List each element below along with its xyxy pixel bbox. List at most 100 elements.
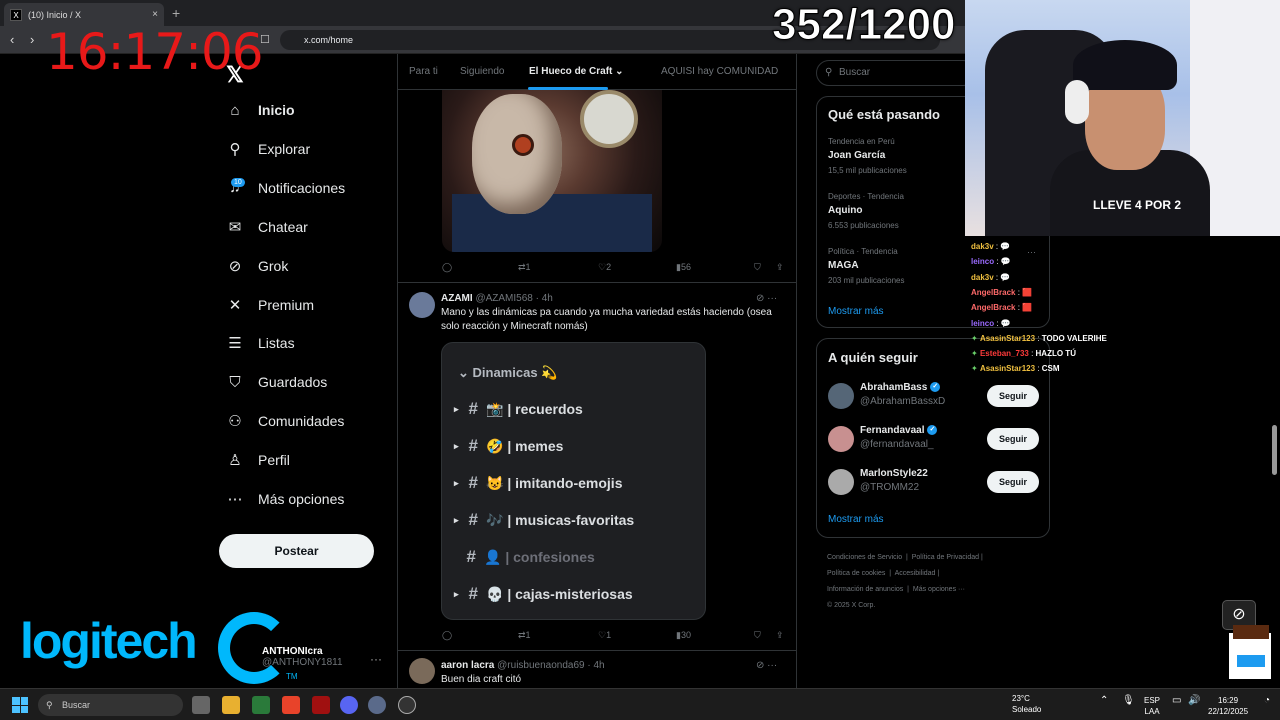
discord-category-label: Dinamicas 💫 xyxy=(472,365,558,380)
brave-browser-icon[interactable] xyxy=(282,696,300,714)
sidebar-item-4[interactable]: ⊘ Grok xyxy=(226,257,289,275)
repost-icon[interactable]: ⇄ 1 xyxy=(518,262,531,273)
footer-link[interactable]: Política de cookies xyxy=(827,570,885,577)
scrollbar[interactable] xyxy=(1272,425,1277,475)
tab-aquisi-comunidad[interactable]: AQUISI hay COMUNIDAD xyxy=(661,66,778,77)
network-icon[interactable]: ▭ xyxy=(1172,695,1181,706)
post-button[interactable]: Postear xyxy=(219,534,374,568)
author-name: AZAMI xyxy=(441,293,473,304)
footer-link[interactable]: Información de anuncios xyxy=(827,586,903,593)
account-switcher[interactable]: ANTHONIcra @ANTHONY1811 xyxy=(262,646,343,668)
bookmark-icon[interactable]: ⛉ xyxy=(754,630,761,641)
footer-link[interactable]: Más opciones ··· xyxy=(913,586,965,593)
discord-channel[interactable]: ▸ # 😺 | imitando-emojis xyxy=(454,473,622,493)
channel-name: | cajas-misteriosas xyxy=(507,586,633,602)
post-image-rabbit[interactable] xyxy=(442,84,662,252)
like-icon[interactable]: ♡ 1 xyxy=(598,630,611,641)
discord-channel[interactable]: # 👤 | confesiones xyxy=(454,547,595,567)
tab-para-ti[interactable]: Para ti xyxy=(409,66,438,77)
footer-link[interactable]: Condiciones de Servicio xyxy=(827,554,902,561)
tray-chevron-icon[interactable]: ⌃ xyxy=(1100,695,1108,706)
chat-message: ✦ Esteban_733 : HAZLO TÚ xyxy=(971,349,1076,358)
avatar[interactable] xyxy=(828,383,854,409)
account-more-icon[interactable]: ··· xyxy=(370,652,382,666)
author-name: aaron lacra xyxy=(441,660,495,671)
weather-widget[interactable]: 23°C Soleado xyxy=(1012,693,1041,715)
settings-icon[interactable] xyxy=(368,696,386,714)
post-more-icon[interactable]: ⊘ ··· xyxy=(756,660,777,671)
mic-icon[interactable]: 🎙 xyxy=(1122,695,1135,706)
follow-button[interactable]: Seguir xyxy=(987,471,1039,493)
footer-link[interactable]: Accesibilidad xyxy=(895,570,936,577)
expand-icon xyxy=(454,552,457,562)
share-icon[interactable]: ⇪ xyxy=(776,630,784,641)
search-input[interactable]: ⚲ Buscar xyxy=(816,60,976,86)
obs-icon[interactable] xyxy=(398,696,416,714)
follow-show-more[interactable]: Mostrar más xyxy=(828,514,884,525)
sidebar-item-0[interactable]: ⌂ Inicio xyxy=(226,101,294,119)
sidebar-item-1[interactable]: ⚲ Explorar xyxy=(226,140,311,158)
channel-emoji: 👤 xyxy=(483,548,502,565)
forward-icon[interactable]: › xyxy=(30,32,34,47)
bookmark-icon: ⛉ xyxy=(229,373,241,391)
image-pocket-watch xyxy=(580,90,638,148)
avatar[interactable] xyxy=(409,658,435,684)
sidebar-item-7[interactable]: ⛉ Guardados xyxy=(226,373,327,391)
store-icon[interactable] xyxy=(252,696,270,714)
windows-start-icon[interactable] xyxy=(12,697,28,713)
discord-icon[interactable] xyxy=(340,696,358,714)
task-view-icon[interactable] xyxy=(192,696,210,714)
post-more-icon[interactable]: ⊘ ··· xyxy=(756,293,777,304)
post-author[interactable]: AZAMI @AZAMI568 · 4h xyxy=(441,293,553,304)
views-icon[interactable]: ▮ 56 xyxy=(676,262,691,273)
trend-more-icon[interactable]: ··· xyxy=(1027,247,1036,257)
channel-name: | memes xyxy=(507,438,564,454)
follow-button[interactable]: Seguir xyxy=(987,428,1039,450)
channel-emoji: 💀 xyxy=(486,585,504,602)
follow-button[interactable]: Seguir xyxy=(987,385,1039,407)
post-author[interactable]: aaron lacra @ruisbuenaonda69 · 4h xyxy=(441,660,605,671)
discord-channel[interactable]: ▸ # 🤣 | memes xyxy=(454,436,563,456)
post-image-discord[interactable]: ⌄ Dinamicas 💫 ▸ # 📸 | recuerdos ▸ # 🤣 | memes… xyxy=(441,342,706,620)
discord-channel[interactable]: ▸ # 📸 | recuerdos xyxy=(454,399,583,419)
expand-icon: ▸ xyxy=(454,514,459,525)
avatar[interactable] xyxy=(828,426,854,452)
like-icon[interactable]: ♡ 2 xyxy=(598,262,611,273)
bookmark-icon[interactable]: ⛉ xyxy=(754,262,761,273)
discord-channel[interactable]: ▸ # 💀 | cajas-misteriosas xyxy=(454,584,633,604)
volume-icon[interactable]: 🔊 xyxy=(1188,695,1200,706)
trend-name: Aquino xyxy=(828,205,863,216)
sidebar-item-9[interactable]: ♙ Perfil xyxy=(226,451,290,469)
avatar[interactable] xyxy=(828,469,854,495)
tab-siguiendo[interactable]: Siguiendo xyxy=(460,66,504,77)
tab-hueco-de-craft[interactable]: El Hueco de Craft ⌄ xyxy=(529,66,624,77)
home-icon: ⌂ xyxy=(230,101,240,119)
sidebar-item-5[interactable]: ✕ Premium xyxy=(226,296,314,314)
app-icon[interactable] xyxy=(312,696,330,714)
taskbar-search[interactable]: ⚲ Buscar xyxy=(38,694,183,716)
file-explorer-icon[interactable] xyxy=(222,696,240,714)
sidebar-item-10[interactable]: ⋯ Más opciones xyxy=(226,490,345,508)
clock-widget[interactable]: 16:29 22/12/2025 xyxy=(1208,695,1248,717)
sidebar-item-6[interactable]: ☰ Listas xyxy=(226,334,294,352)
discord-channel[interactable]: ▸ # 🎶 | musicas-favoritas xyxy=(454,510,634,530)
share-icon[interactable]: ⇪ xyxy=(776,262,784,273)
new-tab-button[interactable]: + xyxy=(172,5,180,21)
views-icon[interactable]: ▮ 30 xyxy=(676,630,691,641)
footer-link[interactable]: Política de Privacidad xyxy=(912,554,979,561)
close-tab-icon[interactable]: × xyxy=(152,9,158,20)
like-count: 1 xyxy=(606,630,612,640)
language-indicator[interactable]: ESP LAA xyxy=(1144,695,1160,717)
avatar[interactable] xyxy=(409,292,435,318)
author-handle: @ruisbuenaonda69 xyxy=(497,660,585,671)
reply-icon[interactable]: ◯ xyxy=(442,262,452,273)
back-icon[interactable]: ‹ xyxy=(10,32,14,47)
sidebar-item-label: Explorar xyxy=(258,140,311,157)
reply-icon[interactable]: ◯ xyxy=(442,630,452,641)
chat-text: 💬 xyxy=(1000,257,1011,267)
repost-icon[interactable]: ⇄ 1 xyxy=(518,630,531,641)
notification-bell-icon[interactable]: ◔ xyxy=(1264,695,1270,706)
trends-show-more[interactable]: Mostrar más xyxy=(828,306,884,317)
sidebar-item-3[interactable]: ✉ Chatear xyxy=(226,218,308,236)
sidebar-item-8[interactable]: ⚇ Comunidades xyxy=(226,412,344,430)
